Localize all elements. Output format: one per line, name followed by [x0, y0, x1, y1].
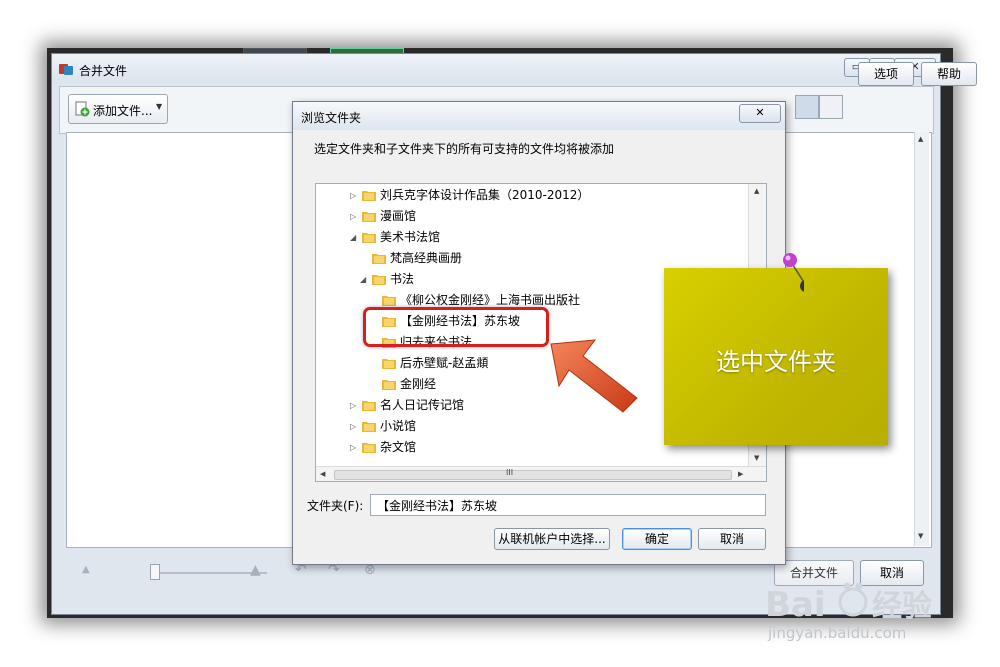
scroll-grip-icon: III [506, 468, 514, 477]
choose-from-online-account-button[interactable]: 从联机帐户中选择... [494, 528, 610, 550]
folder-field-label: 文件夹(F): [307, 499, 364, 513]
tree-item[interactable]: ◢ 美术书法馆 [316, 227, 748, 248]
expand-arrow-icon[interactable]: ▷ [350, 185, 356, 206]
folder-icon [362, 443, 376, 453]
main-window-title: 合并文件 [79, 64, 128, 78]
scroll-down-icon[interactable]: ▼ [754, 454, 759, 462]
dialog-cancel-button[interactable]: 取消 [698, 528, 766, 550]
grid-view-icon[interactable] [795, 95, 819, 119]
zoom-in-icon[interactable]: ▲ [250, 562, 261, 578]
tree-item[interactable]: ▷ 漫画馆 [316, 206, 748, 227]
pushpin-icon [783, 253, 804, 292]
folder-icon [382, 296, 396, 306]
tree-item[interactable]: ▷ 刘兵克字体设计作品集（2010-2012） [316, 185, 748, 206]
options-button[interactable]: 选项 [858, 62, 914, 86]
dialog-instruction: 选定文件夹和子文件夹下的所有可支持的文件均将被添加 [314, 142, 615, 156]
collapse-arrow-icon[interactable]: ◢ [350, 227, 356, 248]
add-files-label: 添加文件... [93, 104, 153, 118]
dropdown-arrow-icon: ▼ [156, 102, 163, 111]
folder-icon [382, 359, 396, 369]
folder-icon [372, 254, 386, 264]
expand-arrow-icon[interactable]: ▷ [350, 395, 356, 416]
selection-highlight-box [363, 307, 549, 347]
tree-item-label: 书法 [390, 272, 415, 286]
pointing-arrow-icon [550, 339, 638, 413]
expand-arrow-icon[interactable]: ▷ [350, 416, 356, 437]
sticky-note: 选中文件夹 [664, 268, 888, 445]
tree-item-label: 梵高经典画册 [390, 251, 463, 265]
folder-icon [362, 191, 376, 201]
watermark-text: jingyan.baidu.com [768, 624, 907, 642]
scroll-right-icon[interactable]: ▶ [738, 470, 743, 478]
folder-icon [362, 422, 376, 432]
zoom-slider-thumb[interactable] [150, 564, 160, 580]
tree-item[interactable]: 梵高经典画册 [316, 248, 748, 269]
dialog-title-bar: 浏览文件夹 ✕ [293, 102, 785, 130]
ok-button[interactable]: 确定 [622, 528, 692, 550]
folder-icon [362, 401, 376, 411]
list-view-icon[interactable] [819, 95, 843, 119]
expand-arrow-icon[interactable]: ▷ [350, 437, 356, 458]
dialog-close-button[interactable]: ✕ [739, 104, 781, 123]
dialog-title: 浏览文件夹 [301, 111, 362, 125]
tree-horizontal-scrollbar[interactable]: ◀ III ▶ [316, 466, 766, 481]
tree-item-label: 刘兵克字体设计作品集（2010-2012） [380, 188, 590, 202]
scroll-up-icon[interactable]: ▲ [754, 187, 759, 195]
expand-arrow-icon[interactable]: ▷ [350, 206, 356, 227]
add-file-icon [75, 101, 90, 117]
tree-item-label: 后赤壁赋-赵孟頫 [400, 356, 489, 370]
tree-item-label: 金刚经 [400, 377, 437, 391]
folder-input[interactable]: 【金刚经书法】苏东坡 [370, 494, 766, 516]
tree-item-label: 美术书法馆 [380, 230, 441, 244]
zoom-out-icon[interactable]: ▲ [82, 564, 90, 575]
tree-item-label: 杂文馆 [380, 440, 417, 454]
scroll-up-icon[interactable]: ▲ [918, 135, 923, 143]
tree-item-label: 小说馆 [380, 419, 417, 433]
scroll-left-icon[interactable]: ◀ [320, 470, 325, 478]
folder-icon [382, 380, 396, 390]
main-title-bar: 合并文件 ▭ ▢ ✕ [52, 54, 940, 84]
folder-icon [362, 233, 376, 243]
svg-text:Bai: Bai [765, 585, 826, 625]
tree-item-label: 名人日记传记馆 [380, 398, 465, 412]
add-files-button[interactable]: 添加文件... ▼ [68, 94, 168, 124]
folder-icon [372, 275, 386, 285]
scroll-down-icon[interactable]: ▼ [918, 532, 923, 540]
collapse-arrow-icon[interactable]: ◢ [360, 269, 366, 290]
merge-app-icon [59, 64, 73, 75]
file-list-scrollbar[interactable]: ▲ ▼ [914, 132, 929, 546]
folder-icon [362, 212, 376, 222]
svg-text:经验: 经验 [872, 589, 932, 624]
help-button[interactable]: 帮助 [921, 62, 977, 86]
folder-input-value: 【金刚经书法】苏东坡 [377, 499, 498, 513]
tree-item-label: 漫画馆 [380, 209, 417, 223]
sticky-note-text: 选中文件夹 [716, 348, 836, 376]
horizontal-scroll-thumb[interactable] [334, 470, 732, 480]
